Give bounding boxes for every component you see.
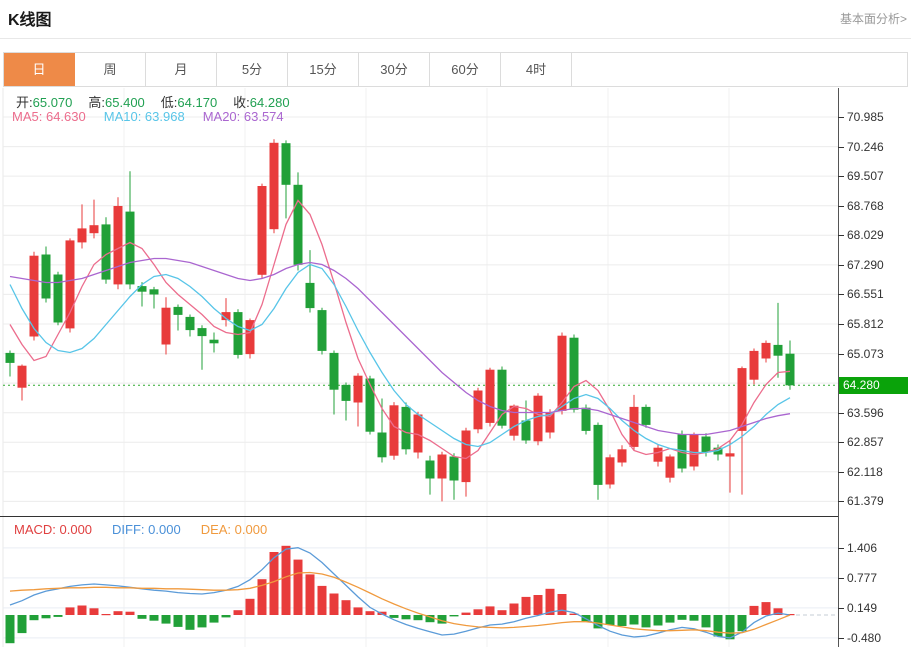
tab-month[interactable]: 月: [146, 53, 217, 86]
y-axis-tick: [838, 442, 844, 443]
ohlc-legend-high-value: 65.400: [105, 95, 145, 110]
y-axis-tick: [838, 413, 844, 414]
macd-legend-dea: DEA: 0.000: [201, 522, 268, 537]
y-axis-tick: [838, 265, 844, 266]
y-axis-label: 68.029: [847, 228, 884, 242]
tab-day[interactable]: 日: [4, 53, 75, 86]
ma-legend-ma5: MA5: 64.630: [12, 109, 86, 124]
y-axis-tick: [838, 117, 844, 118]
ma-legend-ma20-label: MA20:: [203, 109, 244, 124]
y-axis-label: 0.149: [847, 601, 877, 615]
y-axis-tick: [838, 548, 844, 549]
y-axis-tick: [838, 294, 844, 295]
ohlc-legend-open-value: 65.070: [33, 95, 73, 110]
tab-30min[interactable]: 30分: [359, 53, 430, 86]
y-axis-label: 67.290: [847, 258, 884, 272]
y-axis-tick: [838, 638, 844, 639]
y-axis-label: 69.507: [847, 169, 884, 183]
macd-legend-macd: MACD: 0.000: [14, 522, 92, 537]
page-title: K线图: [8, 6, 52, 30]
tab-5min[interactable]: 5分: [217, 53, 288, 86]
y-axis-tick: [838, 354, 844, 355]
current-price-badge: 64.280: [839, 377, 908, 394]
ohlc-legend-low: 低:64.170: [161, 95, 217, 110]
ma-legend-ma10-value: 63.968: [145, 109, 185, 124]
main-candlestick-chart[interactable]: [0, 88, 839, 516]
y-axis-tick: [838, 578, 844, 579]
tab-15min[interactable]: 15分: [288, 53, 359, 86]
y-axis-label: 0.777: [847, 571, 877, 585]
ohlc-legend-open-label: 开:: [16, 95, 33, 110]
y-axis-tick: [838, 235, 844, 236]
ma-legend-ma10-label: MA10:: [104, 109, 145, 124]
y-axis-label: 65.812: [847, 317, 884, 331]
ma-legend: MA5: 64.630 MA10: 63.968 MA20: 63.574: [12, 109, 302, 124]
fundamental-analysis-link[interactable]: 基本面分析>: [840, 10, 907, 27]
ohlc-legend-close-value: 64.280: [250, 95, 290, 110]
ohlc-legend-high: 高:65.400: [88, 95, 144, 110]
y-axis-label: 68.768: [847, 199, 884, 213]
y-axis-label: 61.379: [847, 494, 884, 508]
ohlc-legend-open: 开:65.070: [16, 95, 72, 110]
tabbar-filler: [572, 53, 907, 86]
kline-page: K线图 基本面分析> 日周月5分15分30分60分4时 70.985 70.246…: [0, 0, 911, 647]
y-axis-label: 66.551: [847, 287, 884, 301]
y-axis-label: 65.073: [847, 347, 884, 361]
ohlc-legend-low-label: 低:: [161, 95, 178, 110]
macd-legend: MACD: 0.000DIFF: 0.000DEA: 0.000: [14, 522, 287, 537]
y-axis-line: [838, 88, 839, 647]
ohlc-legend-close-label: 收:: [233, 95, 250, 110]
tab-60min[interactable]: 60分: [430, 53, 501, 86]
y-axis-label: 70.985: [847, 110, 884, 124]
ma-legend-ma5-label: MA5:: [12, 109, 46, 124]
y-axis-label: 62.118: [847, 465, 883, 479]
tab-week[interactable]: 周: [75, 53, 146, 86]
y-axis-label: 63.596: [847, 406, 884, 420]
ohlc-legend-close: 收:64.280: [233, 95, 289, 110]
y-axis-label: 62.857: [847, 435, 884, 449]
header-divider: [0, 38, 911, 39]
ma-legend-ma20-value: 63.574: [244, 109, 284, 124]
y-axis-tick: [838, 324, 844, 325]
ohlc-legend-high-label: 高:: [88, 95, 105, 110]
y-axis-label: 1.406: [847, 541, 877, 555]
chart-region: [0, 88, 911, 647]
macd-legend-diff-value: 0.000: [148, 522, 181, 537]
y-axis-tick: [838, 147, 844, 148]
y-axis-label: 70.246: [847, 140, 884, 154]
ma-legend-ma10: MA10: 63.968: [104, 109, 185, 124]
y-axis-tick: [838, 206, 844, 207]
pane-separator: [0, 516, 839, 517]
macd-legend-diff: DIFF: 0.000: [112, 522, 181, 537]
macd-legend-macd-value: 0.000: [60, 522, 93, 537]
tab-4hour[interactable]: 4时: [501, 53, 572, 86]
y-axis-tick: [838, 176, 844, 177]
macd-legend-macd-label: MACD:: [14, 522, 60, 537]
ohlc-legend-low-value: 64.170: [177, 95, 217, 110]
y-axis-tick: [838, 472, 844, 473]
y-axis-tick: [838, 608, 844, 609]
macd-legend-dea-label: DEA:: [201, 522, 235, 537]
macd-legend-dea-value: 0.000: [235, 522, 268, 537]
ma-legend-ma5-value: 64.630: [46, 109, 86, 124]
y-axis-tick: [838, 501, 844, 502]
period-tabbar: 日周月5分15分30分60分4时: [3, 52, 908, 87]
y-axis-label: -0.480: [847, 631, 881, 645]
macd-legend-diff-label: DIFF:: [112, 522, 148, 537]
ma-legend-ma20: MA20: 63.574: [203, 109, 284, 124]
